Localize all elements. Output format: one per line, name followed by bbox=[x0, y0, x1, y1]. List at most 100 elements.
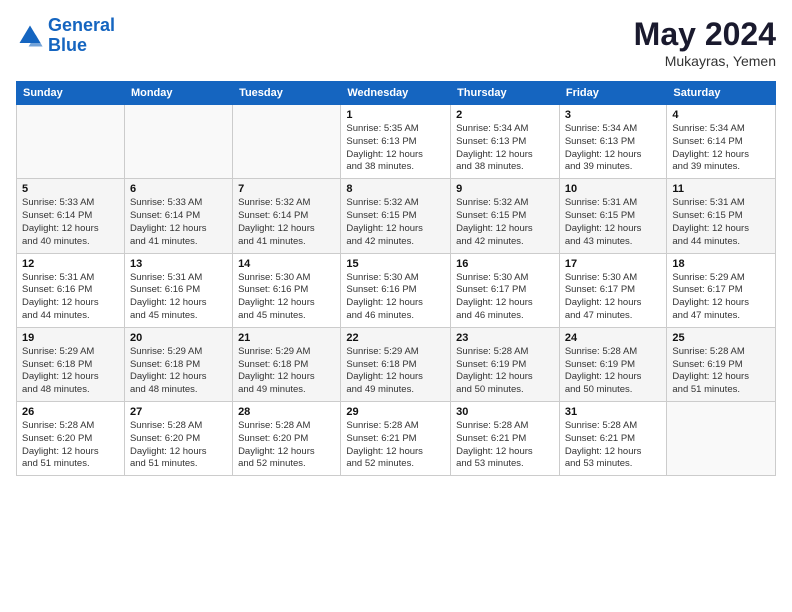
day-info: Sunrise: 5:28 AMSunset: 6:20 PMDaylight:… bbox=[130, 420, 227, 471]
calendar-cell: 1Sunrise: 5:35 AMSunset: 6:13 PMDaylight… bbox=[341, 105, 451, 179]
calendar-cell bbox=[667, 402, 776, 476]
day-header-thursday: Thursday bbox=[451, 82, 560, 105]
calendar-cell: 28 Sunrise: 5:28 AMSunset: 6:20 PMDayligh… bbox=[233, 402, 341, 476]
day-info: Sunrise: 5:31 AMSunset: 6:15 PMDaylight:… bbox=[672, 197, 770, 248]
calendar-cell: 14 Sunrise: 5:30 AMSunset: 6:16 PMDayligh… bbox=[233, 253, 341, 327]
calendar-cell: 4Sunrise: 5:34 AMSunset: 6:14 PMDaylight… bbox=[667, 105, 776, 179]
day-number: 26 bbox=[22, 406, 119, 418]
day-info: Sunrise: 5:30 AMSunset: 6:16 PMDaylight:… bbox=[238, 272, 335, 323]
calendar-cell: 29 Sunrise: 5:28 AMSunset: 6:21 PMDayligh… bbox=[341, 402, 451, 476]
calendar-cell: 7 Sunrise: 5:32 AMSunset: 6:14 PMDaylight… bbox=[233, 179, 341, 253]
day-number: 24 bbox=[565, 332, 662, 344]
day-number: 31 bbox=[565, 406, 662, 418]
day-info: Sunrise: 5:34 AMSunset: 6:13 PMDaylight:… bbox=[456, 123, 554, 174]
calendar-table: SundayMondayTuesdayWednesdayThursdayFrid… bbox=[16, 81, 776, 476]
logo-text: General Blue bbox=[48, 16, 115, 56]
calendar-header-row: SundayMondayTuesdayWednesdayThursdayFrid… bbox=[17, 82, 776, 105]
day-info: Sunrise: 5:28 AMSunset: 6:21 PMDaylight:… bbox=[456, 420, 554, 471]
day-info: Sunrise: 5:28 AMSunset: 6:20 PMDaylight:… bbox=[22, 420, 119, 471]
day-number: 8 bbox=[346, 183, 445, 195]
day-info: Sunrise: 5:32 AMSunset: 6:15 PMDaylight:… bbox=[456, 197, 554, 248]
day-number: 16 bbox=[456, 258, 554, 270]
day-number: 23 bbox=[456, 332, 554, 344]
calendar-cell: 8 Sunrise: 5:32 AMSunset: 6:15 PMDaylight… bbox=[341, 179, 451, 253]
day-number: 7 bbox=[238, 183, 335, 195]
calendar-cell: 15 Sunrise: 5:30 AMSunset: 6:16 PMDayligh… bbox=[341, 253, 451, 327]
calendar-cell: 31 Sunrise: 5:28 AMSunset: 6:21 PMDayligh… bbox=[559, 402, 667, 476]
day-number: 20 bbox=[130, 332, 227, 344]
day-info: Sunrise: 5:28 AMSunset: 6:19 PMDaylight:… bbox=[456, 346, 554, 397]
logo-icon bbox=[16, 22, 44, 50]
calendar-week-row: 5Sunrise: 5:33 AMSunset: 6:14 PMDaylight… bbox=[17, 179, 776, 253]
day-info: Sunrise: 5:34 AMSunset: 6:14 PMDaylight:… bbox=[672, 123, 770, 174]
calendar-cell: 25Sunrise: 5:28 AMSunset: 6:19 PMDayligh… bbox=[667, 327, 776, 401]
day-header-sunday: Sunday bbox=[17, 82, 125, 105]
day-number: 18 bbox=[672, 258, 770, 270]
calendar-cell: 2 Sunrise: 5:34 AMSunset: 6:13 PMDaylight… bbox=[451, 105, 560, 179]
day-info: Sunrise: 5:29 AMSunset: 6:17 PMDaylight:… bbox=[672, 272, 770, 323]
page-header: General Blue May 2024 Mukayras, Yemen bbox=[16, 16, 776, 69]
day-header-wednesday: Wednesday bbox=[341, 82, 451, 105]
day-number: 17 bbox=[565, 258, 662, 270]
day-info: Sunrise: 5:28 AMSunset: 6:20 PMDaylight:… bbox=[238, 420, 335, 471]
day-number: 13 bbox=[130, 258, 227, 270]
day-info: Sunrise: 5:35 AMSunset: 6:13 PMDaylight:… bbox=[346, 123, 445, 174]
day-number: 15 bbox=[346, 258, 445, 270]
calendar-week-row: 19 Sunrise: 5:29 AMSunset: 6:18 PMDayligh… bbox=[17, 327, 776, 401]
day-info: Sunrise: 5:34 AMSunset: 6:13 PMDaylight:… bbox=[565, 123, 662, 174]
calendar-cell: 23 Sunrise: 5:28 AMSunset: 6:19 PMDayligh… bbox=[451, 327, 560, 401]
calendar-cell: 9 Sunrise: 5:32 AMSunset: 6:15 PMDaylight… bbox=[451, 179, 560, 253]
day-info: Sunrise: 5:31 AMSunset: 6:16 PMDaylight:… bbox=[22, 272, 119, 323]
calendar-cell: 27 Sunrise: 5:28 AMSunset: 6:20 PMDayligh… bbox=[124, 402, 232, 476]
calendar-cell: 3Sunrise: 5:34 AMSunset: 6:13 PMDaylight… bbox=[559, 105, 667, 179]
calendar-cell: 10Sunrise: 5:31 AMSunset: 6:15 PMDayligh… bbox=[559, 179, 667, 253]
day-number: 9 bbox=[456, 183, 554, 195]
day-header-saturday: Saturday bbox=[667, 82, 776, 105]
day-info: Sunrise: 5:32 AMSunset: 6:14 PMDaylight:… bbox=[238, 197, 335, 248]
day-info: Sunrise: 5:29 AMSunset: 6:18 PMDaylight:… bbox=[346, 346, 445, 397]
location-subtitle: Mukayras, Yemen bbox=[634, 53, 776, 69]
calendar-cell: 21 Sunrise: 5:29 AMSunset: 6:18 PMDayligh… bbox=[233, 327, 341, 401]
calendar-cell bbox=[17, 105, 125, 179]
day-number: 30 bbox=[456, 406, 554, 418]
calendar-cell: 19 Sunrise: 5:29 AMSunset: 6:18 PMDayligh… bbox=[17, 327, 125, 401]
calendar-cell: 16 Sunrise: 5:30 AMSunset: 6:17 PMDayligh… bbox=[451, 253, 560, 327]
calendar-cell: 18 Sunrise: 5:29 AMSunset: 6:17 PMDayligh… bbox=[667, 253, 776, 327]
day-info: Sunrise: 5:28 AMSunset: 6:21 PMDaylight:… bbox=[346, 420, 445, 471]
day-number: 2 bbox=[456, 109, 554, 121]
day-info: Sunrise: 5:31 AMSunset: 6:16 PMDaylight:… bbox=[130, 272, 227, 323]
day-number: 19 bbox=[22, 332, 119, 344]
day-info: Sunrise: 5:30 AMSunset: 6:17 PMDaylight:… bbox=[456, 272, 554, 323]
day-header-friday: Friday bbox=[559, 82, 667, 105]
title-block: May 2024 Mukayras, Yemen bbox=[634, 16, 776, 69]
calendar-cell: 12 Sunrise: 5:31 AMSunset: 6:16 PMDayligh… bbox=[17, 253, 125, 327]
day-info: Sunrise: 5:29 AMSunset: 6:18 PMDaylight:… bbox=[22, 346, 119, 397]
day-info: Sunrise: 5:28 AMSunset: 6:21 PMDaylight:… bbox=[565, 420, 662, 471]
day-number: 29 bbox=[346, 406, 445, 418]
day-info: Sunrise: 5:30 AMSunset: 6:17 PMDaylight:… bbox=[565, 272, 662, 323]
day-info: Sunrise: 5:28 AMSunset: 6:19 PMDaylight:… bbox=[565, 346, 662, 397]
calendar-week-row: 26 Sunrise: 5:28 AMSunset: 6:20 PMDayligh… bbox=[17, 402, 776, 476]
calendar-cell: 20 Sunrise: 5:29 AMSunset: 6:18 PMDayligh… bbox=[124, 327, 232, 401]
day-info: Sunrise: 5:28 AMSunset: 6:19 PMDaylight:… bbox=[672, 346, 770, 397]
day-info: Sunrise: 5:30 AMSunset: 6:16 PMDaylight:… bbox=[346, 272, 445, 323]
day-number: 11 bbox=[672, 183, 770, 195]
day-number: 12 bbox=[22, 258, 119, 270]
calendar-cell: 11 Sunrise: 5:31 AMSunset: 6:15 PMDayligh… bbox=[667, 179, 776, 253]
calendar-cell bbox=[233, 105, 341, 179]
calendar-cell: 26 Sunrise: 5:28 AMSunset: 6:20 PMDayligh… bbox=[17, 402, 125, 476]
logo: General Blue bbox=[16, 16, 115, 56]
day-number: 14 bbox=[238, 258, 335, 270]
day-header-tuesday: Tuesday bbox=[233, 82, 341, 105]
calendar-cell: 17 Sunrise: 5:30 AMSunset: 6:17 PMDayligh… bbox=[559, 253, 667, 327]
day-info: Sunrise: 5:29 AMSunset: 6:18 PMDaylight:… bbox=[130, 346, 227, 397]
day-info: Sunrise: 5:31 AMSunset: 6:15 PMDaylight:… bbox=[565, 197, 662, 248]
calendar-cell: 6Sunrise: 5:33 AMSunset: 6:14 PMDaylight… bbox=[124, 179, 232, 253]
calendar-cell bbox=[124, 105, 232, 179]
day-number: 27 bbox=[130, 406, 227, 418]
day-number: 28 bbox=[238, 406, 335, 418]
month-year-title: May 2024 bbox=[634, 16, 776, 53]
day-number: 21 bbox=[238, 332, 335, 344]
day-info: Sunrise: 5:29 AMSunset: 6:18 PMDaylight:… bbox=[238, 346, 335, 397]
day-info: Sunrise: 5:32 AMSunset: 6:15 PMDaylight:… bbox=[346, 197, 445, 248]
